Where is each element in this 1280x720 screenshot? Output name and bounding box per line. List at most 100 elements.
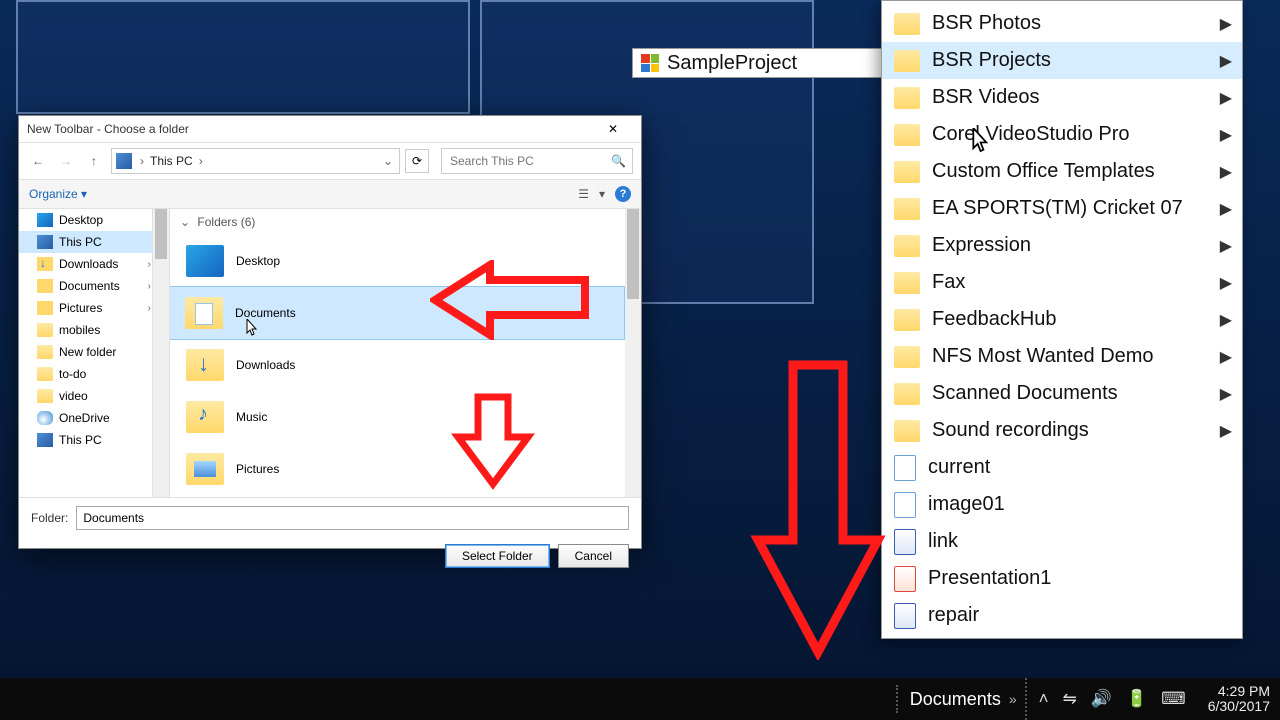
scroll-thumb[interactable] xyxy=(627,209,639,299)
sidebar-item-onedrive[interactable]: OneDrive xyxy=(19,407,169,429)
folder-icon xyxy=(894,346,920,368)
menu-item-label: Presentation1 xyxy=(928,567,1051,590)
battery-icon[interactable]: 🔋 xyxy=(1126,689,1147,709)
content-scrollbar[interactable] xyxy=(625,209,641,497)
folder-item-pictures[interactable]: Pictures xyxy=(170,443,641,495)
menu-item-label: Expression xyxy=(932,234,1031,257)
menu-item-nfs-most-wanted-demo[interactable]: NFS Most Wanted Demo▶ xyxy=(882,338,1242,375)
address-bar[interactable]: › This PC › ⌄ xyxy=(111,148,400,174)
menu-item-presentation1[interactable]: Presentation1 xyxy=(882,560,1242,597)
menu-item-label: Corel VideoStudio Pro xyxy=(932,123,1130,146)
sidebar-item-this-pc[interactable]: This PC xyxy=(19,429,169,451)
menu-item-expression[interactable]: Expression▶ xyxy=(882,227,1242,264)
search-box[interactable]: 🔍 xyxy=(441,148,633,174)
menu-item-link[interactable]: link xyxy=(882,523,1242,560)
cancel-button[interactable]: Cancel xyxy=(558,544,629,568)
folder-item-desktop[interactable]: Desktop xyxy=(170,235,641,287)
menu-item-label: BSR Projects xyxy=(932,49,1051,72)
tray-overflow-icon[interactable]: ˄ xyxy=(1039,689,1049,709)
taskbar[interactable]: Documents » ˄ ⇋ 🔊 🔋 ⌨ 4:29 PM 6/30/2017 xyxy=(0,678,1280,720)
dialog-body: DesktopThis PCDownloads›Documents›Pictur… xyxy=(19,209,641,497)
menu-item-corel-videostudio-pro[interactable]: Corel VideoStudio Pro▶ xyxy=(882,116,1242,153)
folder-icon xyxy=(37,257,53,271)
sidebar-item-desktop[interactable]: Desktop xyxy=(19,209,169,231)
menu-item-ea-sports-tm-cricket-07[interactable]: EA SPORTS(TM) Cricket 07▶ xyxy=(882,190,1242,227)
menu-item-label: Sound recordings xyxy=(932,419,1089,442)
menu-item-repair[interactable]: repair xyxy=(882,597,1242,634)
folder-name-input[interactable] xyxy=(76,506,629,530)
sidebar-item-to-do[interactable]: to-do xyxy=(19,363,169,385)
menu-item-custom-office-templates[interactable]: Custom Office Templates▶ xyxy=(882,153,1242,190)
search-input[interactable] xyxy=(448,153,626,169)
submenu-arrow-icon: ▶ xyxy=(1220,421,1232,441)
submenu-flyout[interactable]: SampleProject xyxy=(632,48,898,78)
toolbar: Organize ▾ ☰ ▾ ? xyxy=(19,180,641,209)
sidebar-item-label: mobiles xyxy=(59,323,100,337)
folder-icon xyxy=(894,87,920,109)
up-button[interactable]: ↑ xyxy=(83,150,105,172)
file-icon xyxy=(894,603,916,629)
sidebar-item-documents[interactable]: Documents› xyxy=(19,275,169,297)
content-pane: ⌄ Folders (6) Desktop Documents Downloads M… xyxy=(170,209,641,497)
clock[interactable]: 4:29 PM 6/30/2017 xyxy=(1198,684,1280,714)
submenu-arrow-icon: ▶ xyxy=(1220,88,1232,108)
folder-label: Downloads xyxy=(236,358,295,372)
sidebar-scrollbar[interactable] xyxy=(152,209,169,497)
menu-item-bsr-photos[interactable]: BSR Photos▶ xyxy=(882,5,1242,42)
folder-item-downloads[interactable]: Downloads xyxy=(170,339,641,391)
menu-item-bsr-projects[interactable]: BSR Projects▶ xyxy=(882,42,1242,79)
view-options[interactable]: ☰ xyxy=(578,187,589,201)
folder-item-documents[interactable]: Documents xyxy=(170,286,625,340)
menu-item-scanned-documents[interactable]: Scanned Documents▶ xyxy=(882,375,1242,412)
select-folder-button[interactable]: Select Folder xyxy=(445,544,550,568)
forward-button[interactable]: → xyxy=(55,150,77,172)
sidebar-item-pictures[interactable]: Pictures› xyxy=(19,297,169,319)
search-icon: 🔍 xyxy=(611,154,626,168)
taskbar-toolbar-documents[interactable]: Documents » xyxy=(888,678,1027,720)
scroll-thumb[interactable] xyxy=(155,209,167,259)
folder-item-music[interactable]: Music xyxy=(170,391,641,443)
forward-icon: → xyxy=(60,154,72,168)
folder-label: Desktop xyxy=(236,254,280,268)
menu-item-feedbackhub[interactable]: FeedbackHub▶ xyxy=(882,301,1242,338)
refresh-button[interactable]: ⟳ xyxy=(405,149,429,173)
sidebar-item-new-folder[interactable]: New folder xyxy=(19,341,169,363)
chevron-down-icon: ⌄ xyxy=(180,215,190,229)
menu-item-fax[interactable]: Fax▶ xyxy=(882,264,1242,301)
annotation-arrow-down-large xyxy=(748,360,888,660)
sidebar-item-downloads[interactable]: Downloads› xyxy=(19,253,169,275)
chevron-down-icon[interactable]: ⌄ xyxy=(383,154,393,168)
titlebar: New Toolbar - Choose a folder ✕ xyxy=(19,116,641,143)
network-icon[interactable]: ⇋ xyxy=(1063,689,1077,709)
help-button[interactable]: ? xyxy=(615,186,631,202)
close-button[interactable]: ✕ xyxy=(593,118,633,140)
nav-row: ← → ↑ › This PC › ⌄ ⟳ 🔍 xyxy=(19,143,641,180)
menu-item-bsr-videos[interactable]: BSR Videos▶ xyxy=(882,79,1242,116)
sidebar-item-video[interactable]: video xyxy=(19,385,169,407)
folder-icon xyxy=(894,198,920,220)
sidebar-item-mobiles[interactable]: mobiles xyxy=(19,319,169,341)
menu-item-label: link xyxy=(928,530,958,553)
folder-icon xyxy=(894,420,920,442)
sidebar-item-label: Downloads xyxy=(59,257,118,271)
back-button[interactable]: ← xyxy=(27,150,49,172)
toolbar-label[interactable]: Documents xyxy=(910,689,1001,710)
volume-icon[interactable]: 🔊 xyxy=(1091,689,1112,709)
sidebar-item-this-pc[interactable]: This PC xyxy=(19,231,169,253)
chevron-right-icon: › xyxy=(148,281,151,292)
menu-item-image01[interactable]: image01 xyxy=(882,486,1242,523)
toolbar-grip[interactable] xyxy=(896,685,902,713)
documents-toolbar-menu: BSR Photos▶BSR Projects▶BSR Videos▶Corel… xyxy=(881,0,1243,639)
menu-item-current[interactable]: current xyxy=(882,449,1242,486)
input-indicator-icon[interactable]: ⌨ xyxy=(1161,689,1186,709)
button-row: Select Folder Cancel xyxy=(19,538,641,578)
breadcrumb[interactable]: This PC xyxy=(146,154,197,168)
organize-menu[interactable]: Organize ▾ xyxy=(29,187,87,201)
sidebar: DesktopThis PCDownloads›Documents›Pictur… xyxy=(19,209,170,497)
toolbar-chevron-icon[interactable]: » xyxy=(1009,691,1017,707)
section-header[interactable]: ⌄ Folders (6) xyxy=(170,209,641,235)
menu-item-sound-recordings[interactable]: Sound recordings ▶ xyxy=(882,412,1242,449)
chevron-down-icon[interactable]: ▾ xyxy=(599,187,605,201)
sidebar-item-label: to-do xyxy=(59,367,86,381)
file-icon xyxy=(894,492,916,518)
